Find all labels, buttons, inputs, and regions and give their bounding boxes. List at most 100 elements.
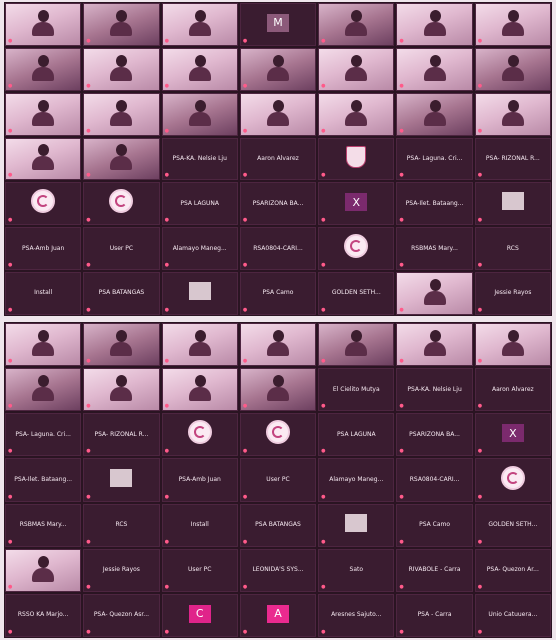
participant-tile[interactable]: El Cielito Mutya ● [318,368,395,412]
participant-tile[interactable]: ● [5,47,82,91]
participant-tile[interactable]: LEONIDA'S SYS... ● [239,548,317,592]
participant-tile[interactable]: ● [161,413,238,457]
participant-tile[interactable]: ● [239,413,317,457]
participant-tile[interactable]: PSA-Ilet. Bataang... ● [5,458,82,502]
participant-tile[interactable]: User PC ● [239,458,317,502]
participant-tile[interactable]: Aaron Alvarez ● [239,137,317,181]
participant-tile[interactable]: ● [5,368,82,412]
participant-tile[interactable]: GOLDEN SETH... ● [318,272,395,315]
participant-tile[interactable]: X ● [474,413,551,457]
participant-tile[interactable]: User PC ● [161,548,238,592]
participant-tile[interactable]: PSARIZONA BA... ● [396,413,473,457]
participant-tile[interactable]: ● [83,3,160,46]
participant-tile[interactable]: PSA BATANGAS ● [83,272,160,315]
participant-tile[interactable]: ● [83,323,160,367]
participant-tile[interactable]: RCS ● [83,503,160,547]
participant-tile[interactable]: ● [83,368,160,412]
participant-tile[interactable]: ● [318,3,395,46]
participant-tile[interactable]: PSA BATANGAS ● [239,503,317,547]
participant-tile[interactable]: ● [83,182,160,226]
participant-tile[interactable]: ● [161,368,238,412]
participant-tile[interactable]: ● [318,92,395,136]
participant-tile[interactable]: PSA-KA. Nelsie Lju ● [161,137,238,181]
participant-tile[interactable]: ● [5,548,82,592]
participant-tile[interactable]: Install ● [161,503,238,547]
participant-tile[interactable]: PSA LAGUNA ● [318,413,395,457]
participant-tile[interactable]: PSA Camo ● [239,272,317,315]
participant-tile[interactable]: ● [161,47,238,91]
participant-tile[interactable]: ● [239,47,317,91]
participant-tile[interactable]: ● [161,272,238,315]
participant-tile[interactable]: Alamayo Maneg... ● [318,458,395,502]
participant-tile[interactable]: ● [161,3,238,46]
participant-tile[interactable]: PSA- RIZONAL R... ● [474,137,551,181]
participant-tile[interactable]: PSA- Quezon Asr... ● [83,593,160,637]
participant-tile[interactable]: ● [396,3,473,46]
participant-tile[interactable]: ● [318,503,395,547]
participant-tile[interactable]: ● [239,92,317,136]
participant-tile[interactable]: ● [396,323,473,367]
participant-tile[interactable]: PSA - Carra ● [396,593,473,637]
participant-tile[interactable]: ● [474,182,551,226]
participant-tile[interactable]: ● [239,368,317,412]
participant-tile[interactable]: PSA- RIZONAL R... ● [83,413,160,457]
participant-tile[interactable]: ● [396,92,473,136]
participant-tile[interactable]: RSA0804-CARI... ● [396,458,473,502]
participant-tile[interactable]: ● [5,182,82,226]
participant-tile[interactable]: ● [161,323,238,367]
participant-tile[interactable]: ● [5,3,82,46]
participant-tile[interactable]: ● [83,92,160,136]
participant-tile[interactable]: Aaron Alvarez ● [474,368,551,412]
participant-tile[interactable]: C ● [161,593,238,637]
participant-tile[interactable]: PSA- Laguna. Cri... ● [5,413,82,457]
participant-tile[interactable]: PSARIZONA BA... ● [239,182,317,226]
participant-tile[interactable]: ● [318,47,395,91]
participant-tile[interactable]: RSBMAS Mary... ● [5,503,82,547]
participant-tile[interactable]: ● [318,227,395,271]
participant-tile[interactable]: M ● [239,3,317,46]
participant-tile[interactable]: ● [83,137,160,181]
participant-tile[interactable]: ● [474,47,551,91]
participant-tile[interactable]: ● [83,47,160,91]
participant-tile[interactable]: ● [474,92,551,136]
participant-tile[interactable]: ● [396,272,473,315]
participant-tile[interactable]: ● [5,323,82,367]
participant-tile[interactable]: ● [474,3,551,46]
participant-tile[interactable]: RCS ● [474,227,551,271]
participant-tile[interactable]: ● [396,47,473,91]
participant-tile[interactable]: X ● [318,182,395,226]
participant-tile[interactable]: PSA-KA. Nelsie Lju ● [396,368,473,412]
participant-tile[interactable]: RSBMAS Mary... ● [396,227,473,271]
participant-tile[interactable]: Install ● [5,272,82,315]
tile-name-label: ● [86,403,156,409]
participant-tile[interactable]: PSA- Laguna. Cri... ● [396,137,473,181]
participant-tile[interactable]: ● [239,323,317,367]
participant-tile[interactable]: RIVABOLE - Carra ● [396,548,473,592]
participant-tile[interactable]: PSA-Ilet. Bataang... ● [396,182,473,226]
participant-tile[interactable]: PSA- Quezon Ar... ● [474,548,551,592]
participant-tile[interactable]: Unio Catuuera... ● [474,593,551,637]
participant-tile[interactable]: PSA LAGUNA ● [161,182,238,226]
participant-tile[interactable]: Jessie Rayos ● [83,548,160,592]
participant-tile[interactable]: RSA0804-CARI... ● [239,227,317,271]
participant-tile[interactable]: ● [318,323,395,367]
participant-tile[interactable]: ● [161,92,238,136]
participant-tile[interactable]: RSSO KA Marjo... ● [5,593,82,637]
muted-mic-icon: ● [86,82,91,89]
participant-tile[interactable]: Alamayo Maneg... ● [161,227,238,271]
participant-tile[interactable]: Aresnes Sajuto... ● [318,593,395,637]
participant-tile[interactable]: ● [83,458,160,502]
participant-tile[interactable]: ● [474,323,551,367]
participant-tile[interactable]: PSA-Amb Juan ● [161,458,238,502]
participant-tile[interactable]: GOLDEN SETH... ● [474,503,551,547]
participant-tile[interactable]: PSA-Amb Juan ● [5,227,82,271]
participant-tile[interactable]: ● [5,137,82,181]
participant-tile[interactable]: PSA Camo ● [396,503,473,547]
participant-tile[interactable]: Sato ● [318,548,395,592]
participant-tile[interactable]: ● [318,137,395,181]
participant-tile[interactable]: ● [5,92,82,136]
participant-tile[interactable]: User PC ● [83,227,160,271]
participant-tile[interactable]: A ● [239,593,317,637]
participant-tile[interactable]: ● [474,458,551,502]
participant-tile[interactable]: Jessie Rayos ● [474,272,551,315]
